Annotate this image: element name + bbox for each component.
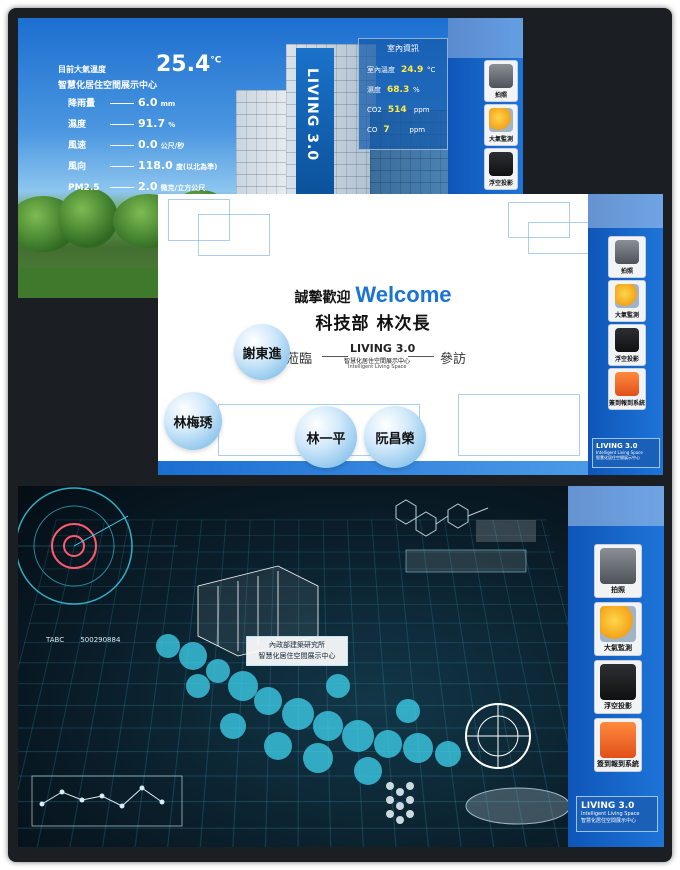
indoor-row: CO 7 ppm <box>367 125 425 135</box>
sketch-decor <box>528 222 590 254</box>
sidebar-button-label: 拍照 <box>609 266 645 275</box>
building-sign: LIVING 3.0 <box>304 68 320 161</box>
sidebar-button-label: 拍照 <box>485 90 517 99</box>
building-tower: LIVING 3.0 <box>296 48 334 213</box>
sidebar-button-label: 拍照 <box>595 585 641 595</box>
camera-icon <box>600 548 636 584</box>
sidebar-button[interactable]: 大氣監測 <box>484 104 518 146</box>
indoor-row: CO2 514 ppm <box>367 105 430 115</box>
hud-info-block <box>406 550 526 572</box>
sidebar-button-label: 簽到報到系統 <box>595 759 641 769</box>
brand-logo: LIVING 3.0 Intelligent Living Space 智慧化居… <box>576 796 658 832</box>
camera-icon <box>615 240 639 264</box>
sidebar-button[interactable]: 浮空投影 <box>484 148 518 190</box>
projector-icon <box>489 152 513 176</box>
sketch-decor <box>458 394 580 456</box>
sketch-decor <box>198 214 270 256</box>
dept-title: 科技部 林次長 <box>258 309 488 334</box>
indoor-info-panel: 室內資訊 室內溫度 24.9 °C 濕度 68.3% CO2 514 ppm CO 7 ppm <box>358 38 448 150</box>
indoor-title: 室內資訊 <box>359 43 447 54</box>
guest-bubble: 林梅琇 <box>164 392 222 450</box>
logo-en: Intelligent Living Space <box>348 364 407 370</box>
radar-icon <box>18 488 178 604</box>
sidebar-button-label: 大氣監測 <box>595 643 641 653</box>
weather-icon <box>489 108 513 132</box>
sidebar-button-label: 大氣監測 <box>609 310 645 319</box>
welcome-panel: 誠摯歡迎 Welcome 科技部 林次長 蒞臨 LIVING 3.0 智慧化居住… <box>158 194 663 475</box>
projector-icon <box>600 664 636 700</box>
projector-icon <box>615 328 639 352</box>
globe-target-icon <box>466 704 530 768</box>
weather-row: 濕度 91.7 % <box>68 117 175 130</box>
hud-panel: TABC 500290884 內政部建築研究所 智慧化居住空間展示中心 拍照大氣… <box>18 486 664 847</box>
sidebar-button[interactable]: 大氣監測 <box>608 280 646 322</box>
weather-row: 降雨量 6.0 mm <box>68 96 175 109</box>
welcome-block: 誠摯歡迎 Welcome 科技部 林次長 蒞臨 LIVING 3.0 智慧化居住… <box>258 282 488 374</box>
hud-graphics <box>18 486 584 847</box>
weather-row: 風向 118.0 度(以北為準) <box>68 159 217 172</box>
sidebar-button-label: 浮空投影 <box>609 354 645 363</box>
bottom-band <box>158 461 588 475</box>
sidebar-button-label: 大氣監測 <box>485 134 517 143</box>
calendar-icon <box>600 722 636 758</box>
sidebar-button[interactable]: 拍照 <box>608 236 646 278</box>
hud-code: TABC 500290884 <box>46 636 120 644</box>
location-tag: 內政部建築研究所 智慧化居住空間展示中心 <box>246 636 348 666</box>
weather-icon <box>615 284 639 308</box>
sidebar-button-label: 浮空投影 <box>485 178 517 187</box>
temp-value: 25.4°C <box>156 52 221 77</box>
weather-row: 風速 0.0 公尺/秒 <box>68 138 184 151</box>
hud-info-block <box>476 520 536 542</box>
indoor-row: 濕度 68.3% <box>367 85 420 95</box>
weather-row: PM2.5 2.0 微克/立方公尺 <box>68 180 205 193</box>
subtitle: 智慧化居住空間展示中心 <box>58 78 198 91</box>
sidebar-button[interactable]: 簽到報到系統 <box>608 368 646 410</box>
welcome-line: 誠摯歡迎 Welcome <box>258 282 488 308</box>
logo-main: LIVING 3.0 <box>350 342 415 355</box>
sidebar-button[interactable]: 浮空投影 <box>594 660 642 714</box>
temp-label: 目前大氣溫度 <box>58 64 128 75</box>
sidebar-panel2: 拍照大氣監測浮空投影簽到報到系統 LIVING 3.0 Intelligent … <box>588 194 663 475</box>
sidebar-button[interactable]: 拍照 <box>594 544 642 598</box>
sidebar-button[interactable]: 簽到報到系統 <box>594 718 642 772</box>
guest-bubble: 謝東進 <box>234 324 290 380</box>
brand-logo: LIVING 3.0 Intelligent Living Space 智慧化居… <box>592 438 660 468</box>
hex-pattern <box>386 782 414 824</box>
camera-icon <box>489 64 513 88</box>
sidebar-button[interactable]: 拍照 <box>484 60 518 102</box>
molecule-diagram <box>396 500 488 536</box>
calendar-icon <box>615 372 639 396</box>
indoor-row: 室內溫度 24.9 °C <box>367 65 435 75</box>
weather-icon <box>600 606 636 642</box>
tree <box>58 188 118 248</box>
hologram-base <box>466 788 570 824</box>
guest-bubble: 林一平 <box>295 406 357 468</box>
sidebar-button[interactable]: 浮空投影 <box>608 324 646 366</box>
sidebar-button-label: 浮空投影 <box>595 701 641 711</box>
sidebar-panel3: 拍照大氣監測浮空投影簽到報到系統 LIVING 3.0 Intelligent … <box>568 486 664 847</box>
sidebar-button[interactable]: 大氣監測 <box>594 602 642 656</box>
lawn <box>18 268 158 298</box>
visit-line: 蒞臨 LIVING 3.0 智慧化居住空間展示中心 Intelligent Li… <box>258 340 488 374</box>
guest-bubble: 阮昌榮 <box>364 406 426 468</box>
hud-line-chart <box>32 776 182 826</box>
sidebar-button-label: 簽到報到系統 <box>609 398 645 407</box>
